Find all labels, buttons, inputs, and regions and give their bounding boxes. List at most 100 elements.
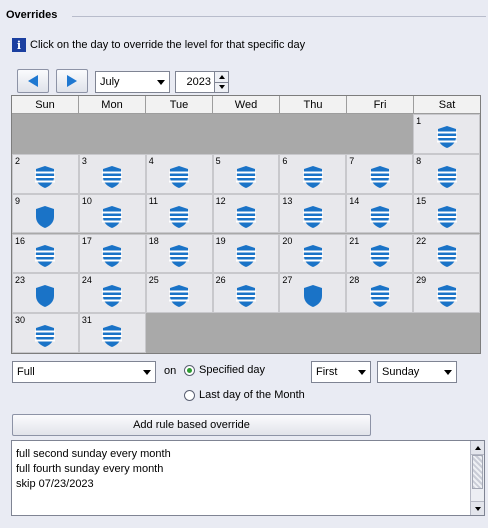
scroll-down-button[interactable] (471, 501, 484, 515)
day-cell[interactable]: 25 (145, 273, 213, 314)
rule-line: full fourth sunday every month (16, 463, 164, 475)
day-cell[interactable]: 7 (346, 153, 414, 194)
day-cell[interactable]: 13 (279, 193, 347, 234)
day-number: 5 (215, 155, 221, 166)
day-cell[interactable]: 15 (413, 193, 480, 234)
day-cell[interactable]: 28 (346, 273, 414, 314)
ordinal-value: First (316, 366, 338, 378)
add-rule-button[interactable]: Add rule based override (12, 414, 371, 436)
day-cell[interactable]: 11 (145, 193, 213, 234)
shield-striped-icon (302, 205, 323, 228)
day-number: 29 (416, 275, 427, 286)
info-icon: i (12, 38, 26, 52)
day-cell[interactable]: 19 (212, 233, 280, 274)
day-number: 21 (349, 235, 360, 246)
on-label: on (164, 365, 177, 377)
day-cell[interactable]: 30 (12, 313, 79, 353)
shield-striped-icon (436, 165, 457, 188)
day-cell[interactable]: 14 (346, 193, 414, 234)
last-day-label: Last day of the Month (199, 389, 305, 401)
level-select[interactable]: Full (12, 361, 156, 383)
day-number: 14 (349, 195, 360, 206)
weekday-label: Wed (213, 96, 280, 114)
day-cell[interactable]: 9 (12, 193, 79, 234)
ordinal-select[interactable]: First (311, 361, 371, 383)
day-cell[interactable]: 10 (78, 193, 146, 234)
shield-striped-icon (436, 245, 457, 268)
day-number: 8 (416, 155, 422, 166)
rules-textarea[interactable]: full second sunday every month full four… (11, 440, 485, 516)
year-spinner[interactable]: 2023 (175, 71, 229, 93)
day-cell[interactable]: 18 (145, 233, 213, 274)
day-cell[interactable]: 4 (145, 153, 213, 194)
day-cell[interactable]: 31 (78, 313, 146, 353)
weekday-label: Mon (79, 96, 146, 114)
arrow-left-icon (28, 75, 38, 87)
radio-empty-icon (184, 389, 195, 401)
scroll-thumb[interactable] (472, 455, 483, 489)
day-cell[interactable]: 5 (212, 153, 280, 194)
day-number: 6 (282, 155, 288, 166)
chevron-down-icon (218, 85, 225, 90)
shield-striped-icon (169, 285, 190, 308)
prev-month-button[interactable] (17, 69, 49, 93)
day-cell[interactable]: 20 (279, 233, 347, 274)
day-cell[interactable]: 6 (279, 153, 347, 194)
day-cell[interactable]: 2 (12, 153, 79, 194)
next-month-button[interactable] (56, 69, 88, 93)
shield-solid-icon (36, 205, 55, 228)
weekday-label: Fri (347, 96, 414, 114)
shield-striped-icon (369, 245, 390, 268)
shield-striped-icon (235, 165, 256, 188)
day-cell[interactable]: 26 (212, 273, 280, 314)
day-cell[interactable]: 3 (78, 153, 146, 194)
chevron-down-icon (139, 362, 155, 382)
day-cell[interactable]: 17 (78, 233, 146, 274)
month-select[interactable]: July (95, 71, 170, 93)
weekday-header: Sun Mon Tue Wed Thu Fri Sat (12, 96, 480, 114)
last-day-radio[interactable]: Last day of the Month (184, 389, 305, 401)
year-up-button[interactable] (215, 72, 228, 82)
day-cell[interactable]: 27 (279, 273, 347, 314)
weekday-value: Sunday (382, 366, 420, 378)
day-number: 23 (15, 275, 26, 286)
shield-striped-icon (436, 125, 457, 148)
weekday-label: Sat (414, 96, 480, 114)
shield-striped-icon (102, 165, 123, 188)
scroll-up-button[interactable] (471, 441, 484, 455)
day-number: 4 (148, 155, 154, 166)
day-number: 15 (416, 195, 427, 206)
day-cell[interactable]: 16 (12, 233, 79, 274)
rule-line: skip 07/23/2023 (16, 478, 94, 490)
day-cell[interactable]: 24 (78, 273, 146, 314)
day-cell[interactable]: 29 (413, 273, 480, 314)
day-number: 27 (282, 275, 293, 286)
day-number: 1 (416, 116, 422, 126)
shield-striped-icon (35, 325, 56, 348)
vertical-scrollbar[interactable] (470, 441, 484, 515)
shield-striped-icon (169, 165, 190, 188)
weekday-select[interactable]: Sunday (377, 361, 457, 383)
shield-striped-icon (102, 205, 123, 228)
weekday-label: Sun (12, 96, 79, 114)
shield-striped-icon (102, 245, 123, 268)
shield-striped-icon (35, 165, 56, 188)
specified-day-radio[interactable]: Specified day (184, 364, 265, 376)
day-number: 12 (215, 195, 226, 206)
day-cell[interactable]: 8 (413, 153, 480, 194)
section-divider (72, 16, 486, 17)
day-number: 24 (81, 275, 92, 286)
day-number: 28 (349, 275, 360, 286)
day-cell[interactable]: 23 (12, 273, 79, 314)
day-cell[interactable]: 22 (413, 233, 480, 274)
day-number: 22 (416, 235, 427, 246)
year-down-button[interactable] (215, 81, 228, 92)
shield-solid-icon (36, 285, 55, 308)
day-cell[interactable]: 12 (212, 193, 280, 234)
day-number: 16 (15, 235, 26, 246)
day-number: 9 (15, 195, 21, 206)
day-cell[interactable]: 1 (413, 114, 480, 154)
day-cell[interactable]: 21 (346, 233, 414, 274)
shield-striped-icon (35, 245, 56, 268)
chevron-up-icon (218, 74, 225, 79)
